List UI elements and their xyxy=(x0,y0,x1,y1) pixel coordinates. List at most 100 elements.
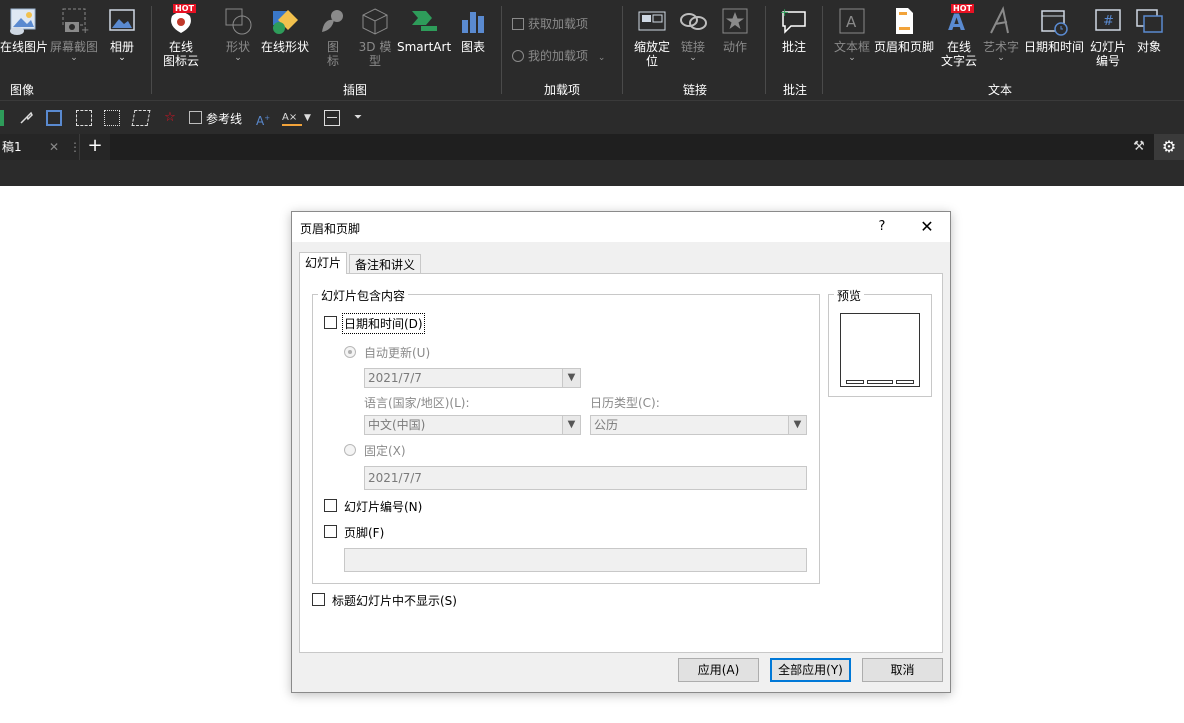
fixed-date-input[interactable]: 2021/7/7 xyxy=(364,466,807,490)
chevron-down-icon: ⌄ xyxy=(997,53,1005,63)
footer-checkbox[interactable] xyxy=(324,525,337,538)
chevron-down-icon: ▼ xyxy=(562,369,580,387)
star-icon xyxy=(720,6,750,36)
link-button[interactable]: 链接 ⌄ xyxy=(678,6,708,63)
chart-button[interactable]: 图表 xyxy=(458,6,488,54)
group-divider xyxy=(501,6,502,94)
my-addins-icon xyxy=(512,50,524,62)
group-label-images: 图像 xyxy=(9,83,34,97)
freeform-icon[interactable] xyxy=(131,110,151,126)
chevron-down-icon[interactable]: ▼ xyxy=(304,110,320,126)
date-time-button[interactable]: 日期和时间 xyxy=(1023,6,1085,54)
dont-show-on-title-checkbox[interactable] xyxy=(312,593,325,606)
apply-all-button[interactable]: 全部应用(Y) xyxy=(770,658,851,682)
chevron-down-icon: ⌄ xyxy=(689,53,697,63)
shapes-button[interactable]: 形状 ⌄ xyxy=(221,6,255,63)
text-highlight-icon[interactable]: A× xyxy=(282,110,302,126)
font-size-icon[interactable]: A+ xyxy=(256,110,272,128)
include-group-label: 幻灯片包含内容 xyxy=(318,287,409,304)
chevron-down-icon: ▼ xyxy=(788,416,806,434)
footer-label[interactable]: 页脚(F) xyxy=(344,524,384,541)
calendar-type-select[interactable]: 公历 ▼ xyxy=(590,415,807,435)
align-icon[interactable] xyxy=(324,110,340,126)
cancel-button[interactable]: 取消 xyxy=(862,658,943,682)
tools-icon[interactable]: ⚒ xyxy=(1128,137,1150,157)
help-button[interactable]: ? xyxy=(872,217,892,237)
document-tab[interactable]: 稿1 ✕ ⋮ xyxy=(0,134,81,160)
guides-label: 参考线 xyxy=(206,112,243,126)
footer-input[interactable] xyxy=(344,548,807,572)
document-tab-bar: 稿1 ✕ ⋮ + ⚒ ⚙ xyxy=(0,134,1184,160)
customize-toolbar-icon[interactable]: ⏷ xyxy=(354,110,370,126)
close-button[interactable]: ✕ xyxy=(916,217,938,237)
document-tab-title: 稿1 xyxy=(2,140,22,154)
crop-icon[interactable] xyxy=(104,110,120,126)
header-footer-dialog: 页眉和页脚 ? ✕ 幻灯片 备注和讲义 幻灯片包含内容 日期和时间(D) 自动更… xyxy=(291,211,951,693)
online-image-button[interactable]: 在线图片 xyxy=(0,6,48,54)
wordart-button[interactable]: 艺术字 ⌄ xyxy=(982,5,1020,63)
date-format-select[interactable]: 2021/7/7 ▼ xyxy=(364,368,581,388)
group-divider xyxy=(822,6,823,94)
my-addins-button[interactable]: 我的加载项 ⌄ xyxy=(512,47,605,64)
zoom-button[interactable]: 缩放定 位 xyxy=(631,6,673,68)
close-icon[interactable]: ✕ xyxy=(49,134,59,160)
icons-icon xyxy=(318,6,348,36)
group-divider xyxy=(622,6,623,94)
tab-slide[interactable]: 幻灯片 xyxy=(299,252,348,274)
secondary-bar xyxy=(0,160,1184,186)
screenshot-button[interactable]: + 屏幕截图 ⌄ xyxy=(50,6,98,63)
dont-show-on-title-label[interactable]: 标题幻灯片中不显示(S) xyxy=(332,592,457,609)
gear-icon[interactable]: ⚙ xyxy=(1154,134,1184,160)
date-time-label[interactable]: 日期和时间(D) xyxy=(342,313,425,334)
slide-number-button[interactable]: # 幻灯片 编号 xyxy=(1088,6,1128,68)
online-text-cloud-button[interactable]: A HOT 在线 文字云 xyxy=(940,4,978,68)
guides-checkbox[interactable] xyxy=(189,111,202,124)
textbox-button[interactable]: A 文本框 ⌄ xyxy=(833,6,871,63)
online-icons-button[interactable]: HOT 在线 图标云 xyxy=(161,4,201,68)
preview-group: 预览 xyxy=(828,287,932,397)
apply-button[interactable]: 应用(A) xyxy=(678,658,759,682)
chevron-down-icon: ⌄ xyxy=(848,53,856,63)
chevron-down-icon: ⌄ xyxy=(118,53,126,63)
auto-update-radio[interactable] xyxy=(344,346,356,358)
add-tab-button[interactable]: + xyxy=(80,134,110,160)
radio-dot xyxy=(348,350,352,354)
smartart-button[interactable]: SmartArt xyxy=(397,6,451,54)
date-time-checkbox[interactable] xyxy=(324,316,337,329)
paint-brush-icon[interactable] xyxy=(18,110,34,126)
link-icon xyxy=(678,6,708,36)
3d-models-button[interactable]: 3D 模 型 xyxy=(356,6,394,68)
language-select[interactable]: 中文(中国) ▼ xyxy=(364,415,581,435)
tab-notes-handouts[interactable]: 备注和讲义 xyxy=(349,254,422,274)
album-button[interactable]: 相册 ⌄ xyxy=(106,6,138,63)
svg-text:A: A xyxy=(846,13,857,31)
icons-button[interactable]: 图 标 xyxy=(318,6,348,68)
chevron-down-icon: ⌄ xyxy=(597,53,606,63)
object-button[interactable]: 对象 xyxy=(1134,6,1164,54)
star-marker-icon[interactable]: ☆ xyxy=(162,110,178,126)
group-label-addins: 加载项 xyxy=(543,83,580,97)
group-label-comments: 批注 xyxy=(782,83,807,97)
text-box-tool-icon[interactable] xyxy=(46,110,62,126)
get-addins-button[interactable]: 获取加载项 xyxy=(512,15,588,32)
svg-text:+: + xyxy=(81,25,89,36)
include-group: 幻灯片包含内容 日期和时间(D) 自动更新(U) 2021/7/7 ▼ 语言(国… xyxy=(312,287,820,584)
comment-button[interactable]: + 批注 xyxy=(778,6,810,54)
album-icon xyxy=(107,6,137,36)
fixed-radio[interactable] xyxy=(344,444,356,456)
group-label-links: 链接 xyxy=(682,83,707,97)
header-footer-button[interactable]: 页眉和页脚 xyxy=(873,6,935,54)
fixed-label[interactable]: 固定(X) xyxy=(364,442,406,459)
slide-number-label[interactable]: 幻灯片编号(N) xyxy=(344,498,422,515)
svg-text:A: A xyxy=(948,11,965,36)
addin-store-icon xyxy=(512,18,524,30)
chevron-down-icon: ⌄ xyxy=(234,53,242,63)
group-label-text: 文本 xyxy=(987,83,1012,97)
slide-number-checkbox[interactable] xyxy=(324,499,337,512)
auto-update-label[interactable]: 自动更新(U) xyxy=(364,344,430,361)
action-button[interactable]: 动作 xyxy=(720,6,750,54)
online-shapes-button[interactable]: 在线形状 xyxy=(260,6,310,54)
select-object-icon[interactable] xyxy=(76,110,92,126)
dialog-title-bar: 页眉和页脚 ? ✕ xyxy=(292,212,950,242)
online-shapes-icon xyxy=(270,6,300,36)
